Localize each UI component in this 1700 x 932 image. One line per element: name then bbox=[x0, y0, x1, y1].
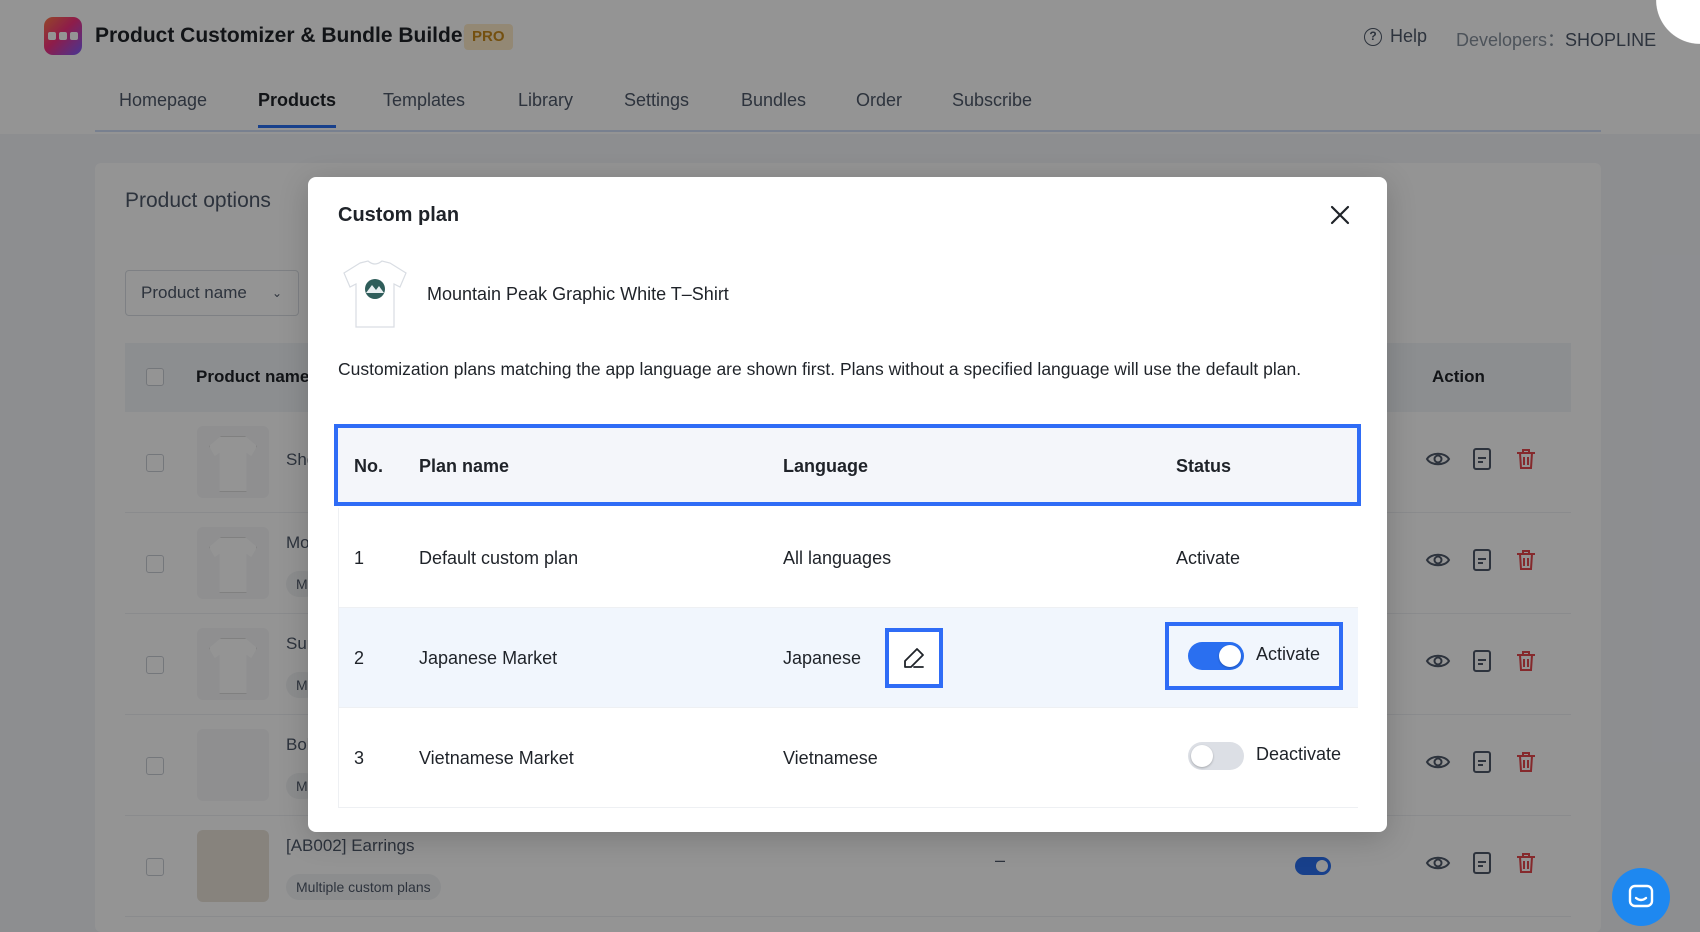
header-highlight-outline bbox=[334, 424, 1361, 506]
edit-language-button[interactable] bbox=[885, 628, 943, 688]
toggle-label: Deactivate bbox=[1256, 744, 1342, 764]
plan-name: Vietnamese Market bbox=[419, 748, 574, 768]
product-thumbnail bbox=[343, 260, 407, 328]
chat-button[interactable] bbox=[1612, 868, 1670, 926]
plan-no: 1 bbox=[354, 548, 365, 568]
plan-row-2: 2 Japanese Market Japanese Activate bbox=[339, 608, 1358, 708]
plan-row-3: 3 Vietnamese Market Vietnamese Deactivat… bbox=[339, 708, 1358, 808]
plan-language: All languages bbox=[783, 548, 892, 568]
plan-status: Activate bbox=[1176, 548, 1241, 568]
plan-name: Japanese Market bbox=[419, 648, 558, 668]
plan-no: 3 bbox=[354, 748, 365, 768]
status-toggle[interactable] bbox=[1188, 642, 1244, 670]
toggle-label: Activate bbox=[1256, 644, 1321, 664]
plan-language: Japanese bbox=[783, 648, 862, 668]
plan-name: Default custom plan bbox=[419, 548, 579, 568]
plan-no: 2 bbox=[354, 648, 365, 668]
product-summary: Mountain Peak Graphic White T–Shirt bbox=[338, 257, 729, 331]
plan-rows: 1 Default custom plan All languages Acti… bbox=[338, 508, 1358, 808]
chat-icon bbox=[1628, 884, 1654, 908]
modal-title: Custom plan bbox=[338, 204, 460, 226]
product-name: Mountain Peak Graphic White T–Shirt bbox=[427, 283, 729, 304]
plan-language: Vietnamese bbox=[783, 748, 878, 768]
custom-plan-modal: Custom plan Mountain Peak Graphic White … bbox=[308, 177, 1387, 832]
status-toggle-highlight: Activate bbox=[1165, 622, 1343, 690]
close-icon[interactable] bbox=[1328, 203, 1352, 227]
page-corner bbox=[1656, 0, 1700, 44]
plan-row-1: 1 Default custom plan All languages Acti… bbox=[339, 508, 1358, 608]
language-note: Customization plans matching the app lan… bbox=[338, 359, 1302, 379]
status-toggle[interactable] bbox=[1188, 742, 1244, 770]
edit-icon bbox=[904, 648, 924, 668]
